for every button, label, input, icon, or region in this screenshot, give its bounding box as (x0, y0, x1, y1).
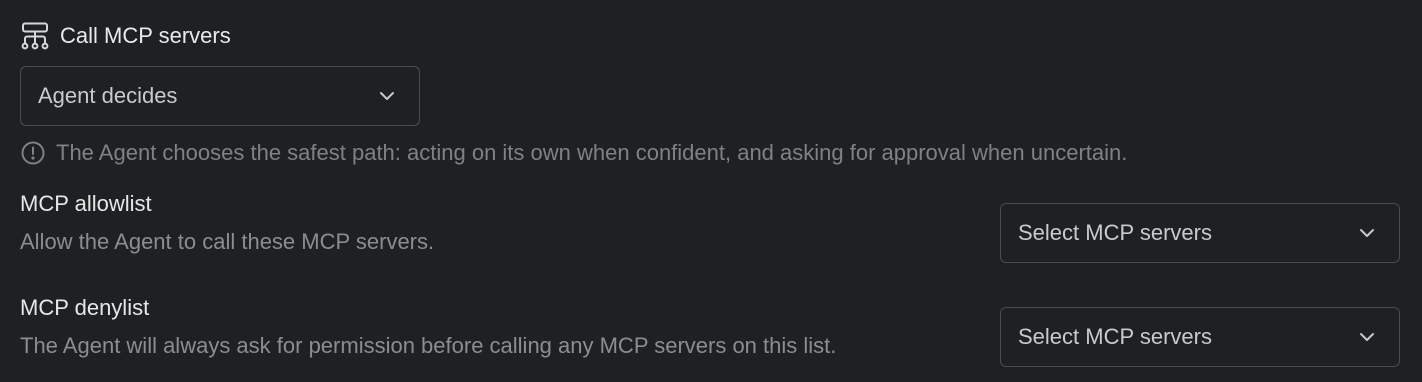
denylist-dropdown[interactable]: Select MCP servers (1000, 307, 1400, 367)
chevron-down-icon (1355, 221, 1379, 245)
denylist-description: The Agent will always ask for permission… (20, 333, 837, 358)
allowlist-label: MCP allowlist (20, 191, 152, 216)
denylist-label: MCP denylist (20, 295, 150, 320)
dropdown-placeholder: Select MCP servers (1018, 324, 1212, 349)
info-circle-icon (20, 140, 46, 166)
call-mcp-mode-dropdown[interactable]: Agent decides (20, 66, 420, 126)
section-title: Call MCP servers (60, 23, 231, 48)
allowlist-dropdown[interactable]: Select MCP servers (1000, 203, 1400, 263)
allowlist-description: Allow the Agent to call these MCP server… (20, 229, 435, 254)
chevron-down-icon (375, 84, 399, 108)
sitemap-icon (20, 20, 52, 52)
dropdown-placeholder: Select MCP servers (1018, 220, 1212, 245)
mode-hint: The Agent chooses the safest path: actin… (20, 139, 1127, 167)
chevron-down-icon (1355, 325, 1379, 349)
call-mcp-header: Call MCP servers (20, 20, 231, 52)
hint-text: The Agent chooses the safest path: actin… (56, 140, 1128, 165)
dropdown-value: Agent decides (38, 83, 178, 108)
